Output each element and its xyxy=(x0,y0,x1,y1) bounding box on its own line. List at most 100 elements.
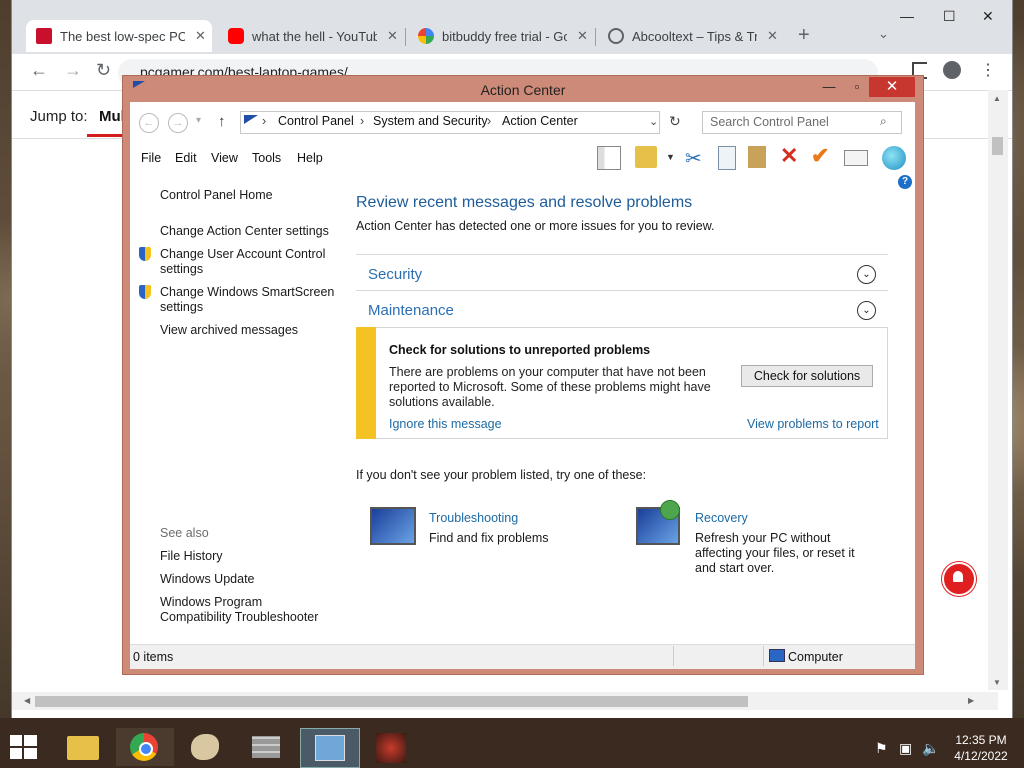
profile-avatar-icon[interactable] xyxy=(943,61,961,79)
taskbar-file-explorer[interactable] xyxy=(54,728,112,766)
troubleshooting-link[interactable]: Troubleshooting xyxy=(429,511,518,525)
breadcrumb-action-center[interactable]: Action Center xyxy=(502,114,578,128)
taskbar-game[interactable] xyxy=(362,728,420,766)
recovery-desc: Refresh your PC without affecting your f… xyxy=(695,531,855,575)
tab-search-icon[interactable]: ⌄ xyxy=(878,26,889,42)
taskbar-clock[interactable]: 12:35 PM 4/12/2022 xyxy=(946,732,1016,764)
security-section-header[interactable]: Security xyxy=(368,266,422,283)
start-button[interactable] xyxy=(10,735,38,759)
back-icon[interactable]: ← xyxy=(30,60,48,81)
taskbar-paint[interactable] xyxy=(177,728,235,766)
ignore-message-link[interactable]: Ignore this message xyxy=(389,417,502,431)
check-for-solutions-button[interactable]: Check for solutions xyxy=(741,365,873,387)
windows-update-link[interactable]: Windows Update xyxy=(160,572,255,587)
tab-abcooltext[interactable]: Abcooltext – Tips & Tric ✕ xyxy=(598,20,783,52)
try-text: If you don't see your problem listed, tr… xyxy=(356,468,647,482)
paste-icon[interactable] xyxy=(748,146,766,168)
taskbar-chrome[interactable] xyxy=(116,728,174,766)
scroll-right-icon[interactable]: ▶ xyxy=(968,696,974,705)
menu-tools[interactable]: Tools xyxy=(252,151,281,165)
maintenance-section-header[interactable]: Maintenance xyxy=(368,302,454,319)
folder-icon[interactable] xyxy=(635,146,657,168)
tab-google[interactable]: bitbuddy free trial - Goo ✕ xyxy=(408,20,593,52)
scroll-left-icon[interactable]: ◀ xyxy=(24,696,30,705)
change-action-center-settings-link[interactable]: Change Action Center settings xyxy=(160,224,329,239)
delete-icon[interactable]: ✕ xyxy=(780,143,798,169)
reload-icon[interactable]: ↻ xyxy=(96,60,111,81)
menu-edit[interactable]: Edit xyxy=(175,151,197,165)
globe-icon[interactable] xyxy=(882,146,906,170)
new-tab-icon[interactable]: + xyxy=(798,24,810,47)
recovery-clock-icon xyxy=(660,500,680,520)
view-problems-link[interactable]: View problems to report xyxy=(747,417,879,431)
close-tab-icon[interactable]: ✕ xyxy=(387,28,398,44)
close-tab-icon[interactable]: ✕ xyxy=(577,28,588,44)
menu-help[interactable]: Help xyxy=(297,151,323,165)
recovery-link[interactable]: Recovery xyxy=(695,511,748,525)
recent-pages-icon[interactable]: ▾ xyxy=(196,115,201,126)
volume-muted-icon[interactable]: 🔈 xyxy=(922,740,939,757)
folder-dropdown-icon[interactable]: ▼ xyxy=(666,152,675,162)
minimize-icon[interactable]: — xyxy=(900,8,914,24)
action-center-flag-icon[interactable]: ⚑ xyxy=(875,740,888,757)
maximize-icon[interactable]: ☐ xyxy=(943,8,956,25)
scroll-up-icon[interactable]: ▲ xyxy=(993,94,1001,103)
window-minimize-icon[interactable]: — xyxy=(815,77,843,97)
help-icon[interactable]: ? xyxy=(898,175,912,189)
close-tab-icon[interactable]: ✕ xyxy=(767,28,778,44)
troubleshooting-icon[interactable] xyxy=(370,507,416,545)
clock-time: 12:35 PM xyxy=(955,733,1007,747)
breadcrumb-separator: › xyxy=(360,114,365,128)
breadcrumb-control-panel[interactable]: Control Panel xyxy=(278,114,354,128)
paint-palette-icon xyxy=(191,734,219,760)
copy-icon[interactable] xyxy=(718,146,736,170)
taskbar-firewall[interactable] xyxy=(238,728,296,766)
cut-icon[interactable]: ✂ xyxy=(685,146,702,171)
tab-pcgamer[interactable]: The best low-spec PC g ✕ xyxy=(26,20,212,52)
message-text: There are problems on your computer that… xyxy=(389,365,711,409)
menu-view[interactable]: View xyxy=(211,151,238,165)
taskbar-control-panel[interactable] xyxy=(300,728,360,768)
forward-icon[interactable]: → xyxy=(168,113,188,133)
control-panel-icon xyxy=(244,115,258,124)
vertical-scroll-thumb[interactable] xyxy=(992,137,1003,155)
refresh-icon[interactable]: ↻ xyxy=(669,113,681,130)
control-panel-home-link[interactable]: Control Panel Home xyxy=(160,188,273,203)
computer-icon xyxy=(769,649,785,662)
address-dropdown-icon[interactable]: ⌄ xyxy=(649,115,658,128)
window-preview-icon[interactable] xyxy=(844,150,868,166)
menu-kebab-icon[interactable]: ⋮ xyxy=(980,60,996,80)
close-icon[interactable]: ✕ xyxy=(982,8,994,25)
scroll-down-icon[interactable]: ▼ xyxy=(993,678,1001,687)
breadcrumb-system-security[interactable]: System and Security xyxy=(373,114,488,128)
chevron-down-icon[interactable]: ⌄ xyxy=(857,265,876,284)
tab-separator xyxy=(405,28,406,46)
vertical-scrollbar[interactable] xyxy=(988,90,1008,690)
search-icon[interactable]: ⌕ xyxy=(880,114,887,129)
change-uac-settings-link[interactable]: Change User Account Control settings xyxy=(160,247,335,277)
chevron-down-icon[interactable]: ⌄ xyxy=(857,301,876,320)
tab-youtube[interactable]: what the hell - YouTube ✕ xyxy=(218,20,403,52)
forward-icon[interactable]: → xyxy=(64,60,82,81)
compat-troubleshooter-link[interactable]: Windows Program Compatibility Troublesho… xyxy=(160,595,330,625)
menu-file[interactable]: File xyxy=(141,151,161,165)
view-archived-messages-link[interactable]: View archived messages xyxy=(160,323,298,338)
uac-shield-icon xyxy=(139,247,151,261)
layout-icon[interactable] xyxy=(597,146,621,170)
up-icon[interactable]: ↑ xyxy=(218,113,226,130)
close-tab-icon[interactable]: ✕ xyxy=(195,28,206,44)
file-history-link[interactable]: File History xyxy=(160,549,223,564)
window-close-button[interactable]: ✕ xyxy=(869,77,915,97)
properties-check-icon[interactable]: ✔ xyxy=(811,143,829,169)
google-icon xyxy=(418,28,434,44)
window-maximize-icon[interactable]: ▫ xyxy=(843,77,871,97)
search-input[interactable]: Search Control Panel xyxy=(710,115,829,129)
horizontal-scroll-thumb[interactable] xyxy=(35,696,748,707)
jump-item[interactable]: Mul xyxy=(99,108,125,125)
change-smartscreen-settings-link[interactable]: Change Windows SmartScreen settings xyxy=(160,285,335,315)
back-icon[interactable]: ← xyxy=(139,113,159,133)
notification-bell-button[interactable] xyxy=(942,562,976,596)
action-center-window: Action Center — ▫ ✕ ← → ▾ ↑ › Control Pa… xyxy=(122,75,924,675)
page-subheading: Action Center has detected one or more i… xyxy=(356,219,715,233)
network-icon[interactable]: ▣ xyxy=(899,740,912,757)
